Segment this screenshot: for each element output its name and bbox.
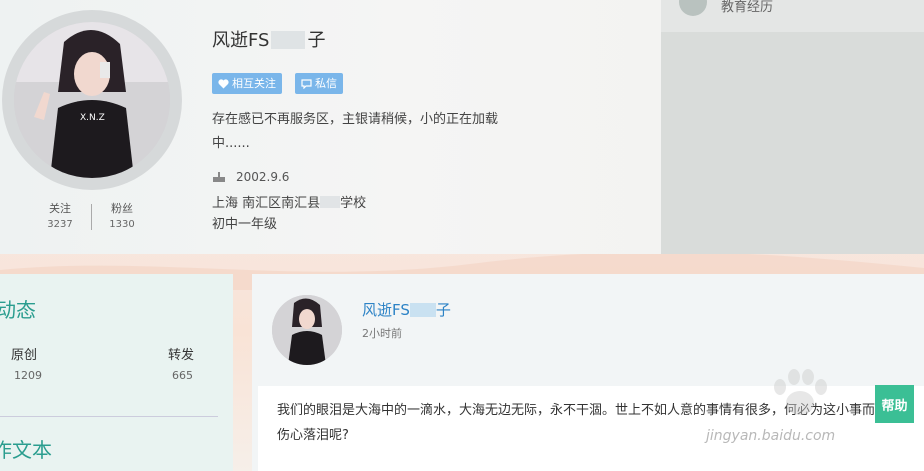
message-icon: [301, 78, 312, 89]
profile-card: X.N.Z 关注 3237 粉丝 1330 风逝FS 子 相互关注 私信 存在感已…: [0, 0, 661, 254]
education-card: 教育经历: [661, 0, 924, 254]
composition-title[interactable]: 作文本: [0, 434, 52, 463]
private-message-button[interactable]: 私信: [295, 73, 343, 94]
profile-stats: 关注 3237 粉丝 1330: [30, 200, 160, 236]
svg-text:X.N.Z: X.N.Z: [80, 113, 105, 123]
stat-label: 关注: [49, 202, 71, 215]
location-suffix: 学校: [340, 196, 367, 211]
button-label: 私信: [315, 77, 337, 90]
education-header[interactable]: 教育经历: [661, 0, 924, 32]
stat-label: 转发: [168, 348, 195, 363]
heart-icon: [218, 78, 229, 88]
dynamics-title: 动态: [0, 298, 36, 322]
profile-bio: 存在感已不再服务区，主银请稍候，小的正在加载中......: [212, 112, 499, 151]
button-label: 相互关注: [232, 77, 276, 90]
profile-username: 风逝FS 子: [212, 26, 325, 52]
avatar-photo: X.N.Z: [14, 22, 170, 178]
username-prefix: 风逝FS: [362, 301, 410, 319]
location: 上海 南汇区南汇县 学校: [212, 192, 366, 211]
stat-value: 1209: [14, 369, 42, 382]
repost-stat[interactable]: 转发 665: [168, 344, 194, 382]
stat-value: 1330: [109, 219, 135, 230]
location-prefix: 上海 南汇区南汇县: [212, 196, 321, 211]
redaction-mask: [320, 196, 341, 208]
grade: 初中一年级: [212, 217, 278, 232]
post-username[interactable]: 风逝FS 子: [362, 299, 451, 320]
birthday-row: 2002.9.6: [212, 170, 289, 184]
post-time: 2小时前: [362, 327, 402, 340]
stat-label: 粉丝: [111, 202, 133, 215]
redaction-mask: [271, 31, 306, 49]
cake-icon: [213, 172, 225, 182]
profile-avatar[interactable]: X.N.Z: [2, 10, 182, 190]
stat-value: 3237: [47, 219, 73, 230]
mutual-follow-button[interactable]: 相互关注: [212, 73, 282, 94]
post-avatar[interactable]: [272, 295, 342, 365]
fans-stat[interactable]: 粉丝 1330: [92, 200, 152, 230]
watermark-text: jingyan.baidu.com: [706, 428, 836, 444]
birthday-value: 2002.9.6: [236, 170, 290, 184]
original-stat[interactable]: 原创 1209: [11, 344, 42, 382]
divider: [0, 416, 218, 417]
education-icon: [679, 0, 707, 16]
username-prefix: 风逝FS: [212, 30, 270, 51]
education-label: 教育经历: [721, 0, 774, 15]
follow-stat[interactable]: 关注 3237: [30, 200, 90, 230]
stat-value: 665: [172, 369, 193, 382]
redaction-mask: [409, 303, 436, 317]
help-button[interactable]: 帮助: [875, 385, 914, 423]
username-suffix: 子: [435, 301, 451, 319]
username-suffix: 子: [307, 30, 326, 51]
dynamics-card: 动态 原创 1209 转发 665 作文本: [0, 274, 233, 471]
stat-label: 原创: [11, 348, 38, 363]
